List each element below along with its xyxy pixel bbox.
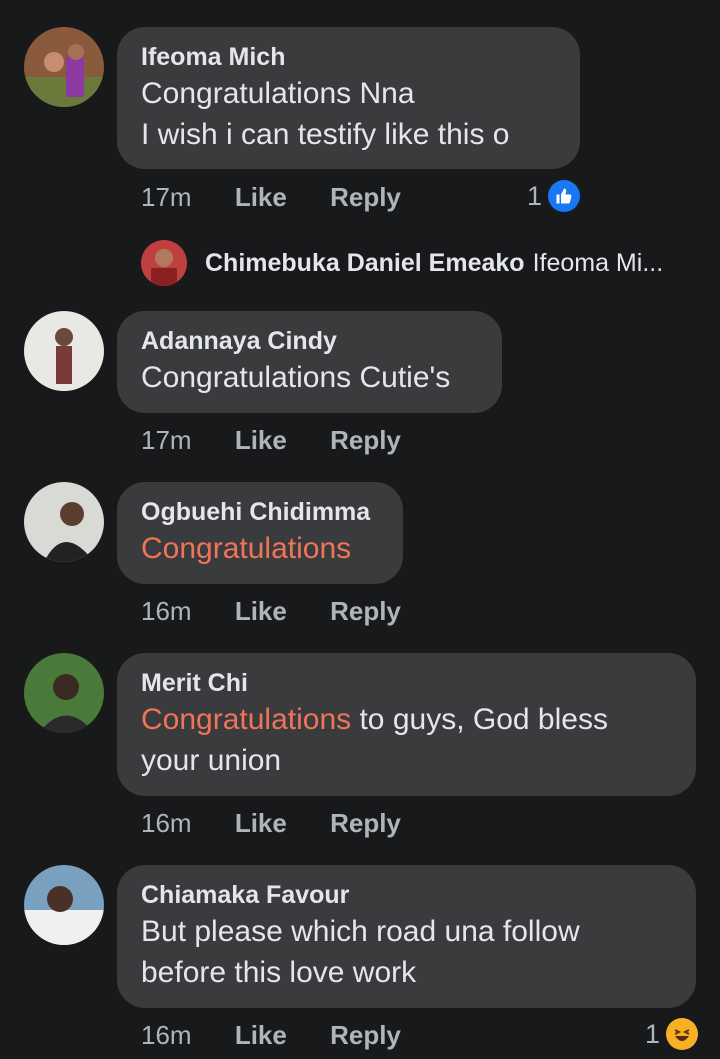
comment-bubble: Merit Chi Congratulations to guys, God b… bbox=[117, 653, 696, 796]
reply-author[interactable]: Chimebuka Daniel Emeako bbox=[205, 249, 525, 278]
timestamp: 17m bbox=[141, 425, 192, 455]
comment-text-line: Congratulations to guys, God bless bbox=[141, 699, 672, 740]
highlighted-word: Congratulations bbox=[141, 703, 352, 736]
comment-text-line: But please which road una follow bbox=[141, 915, 580, 948]
commenter-name[interactable]: Chiamaka Favour bbox=[141, 879, 672, 911]
timestamp: 17m bbox=[141, 182, 192, 212]
avatar[interactable] bbox=[24, 865, 104, 945]
timestamp: 16m bbox=[141, 808, 192, 838]
comment-text-line: Congratulations Cutie's bbox=[141, 361, 451, 394]
comment-actions: 17m Like Reply bbox=[141, 425, 437, 456]
reaction-count: 1 bbox=[526, 180, 542, 211]
like-button[interactable]: Like bbox=[235, 425, 287, 455]
commenter-name[interactable]: Ogbuehi Chidimma bbox=[141, 496, 379, 528]
comment-bubble: Ifeoma Mich Congratulations Nna I wish i… bbox=[117, 27, 580, 169]
comment-text-rest: to guys, God bless bbox=[351, 703, 608, 736]
comment-actions: 16m Like Reply bbox=[141, 596, 437, 627]
comment-text-line: your union bbox=[141, 744, 282, 777]
avatar[interactable] bbox=[24, 27, 104, 107]
commenter-name[interactable]: Ifeoma Mich bbox=[141, 41, 556, 73]
reply-button[interactable]: Reply bbox=[330, 808, 401, 838]
avatar[interactable] bbox=[24, 482, 104, 562]
comment-text-line: Congratulations bbox=[141, 532, 352, 565]
comment-actions: 16m Like Reply bbox=[141, 1020, 437, 1051]
timestamp: 16m bbox=[141, 1020, 192, 1050]
comment-bubble: Adannaya Cindy Congratulations Cutie's bbox=[117, 311, 502, 413]
reply-button[interactable]: Reply bbox=[330, 182, 401, 212]
reply-snippet: Ifeoma Mi... bbox=[532, 248, 664, 277]
like-button[interactable]: Like bbox=[235, 596, 287, 626]
reply-button[interactable]: Reply bbox=[330, 1020, 401, 1050]
avatar[interactable] bbox=[24, 653, 104, 733]
comment-actions: 16m Like Reply bbox=[141, 808, 437, 839]
reaction-summary[interactable]: 1 bbox=[645, 1018, 698, 1050]
reply-preview[interactable]: Chimebuka Daniel Emeako Ifeoma Mi... bbox=[141, 240, 663, 286]
commenter-name[interactable]: Adannaya Cindy bbox=[141, 325, 478, 357]
reply-button[interactable]: Reply bbox=[330, 425, 401, 455]
like-button[interactable]: Like bbox=[235, 808, 287, 838]
commenter-name[interactable]: Merit Chi bbox=[141, 667, 672, 699]
comment-text-line: before this love work bbox=[141, 956, 417, 989]
haha-icon bbox=[666, 1018, 698, 1050]
reaction-count: 1 bbox=[644, 1018, 660, 1049]
reply-button[interactable]: Reply bbox=[330, 596, 401, 626]
comment-bubble: Ogbuehi Chidimma Congratulations bbox=[117, 482, 403, 584]
comment-bubble: Chiamaka Favour But please which road un… bbox=[117, 865, 696, 1008]
avatar bbox=[141, 240, 187, 286]
like-icon bbox=[548, 180, 580, 212]
comment-actions: 17m Like Reply bbox=[141, 182, 437, 213]
timestamp: 16m bbox=[141, 596, 192, 626]
like-button[interactable]: Like bbox=[235, 1020, 287, 1050]
reaction-summary[interactable]: 1 bbox=[527, 180, 580, 212]
avatar[interactable] bbox=[24, 311, 104, 391]
like-button[interactable]: Like bbox=[235, 182, 287, 212]
comment-text-line: I wish i can testify like this o bbox=[141, 118, 510, 151]
comment-text-line: Congratulations Nna bbox=[141, 77, 415, 110]
